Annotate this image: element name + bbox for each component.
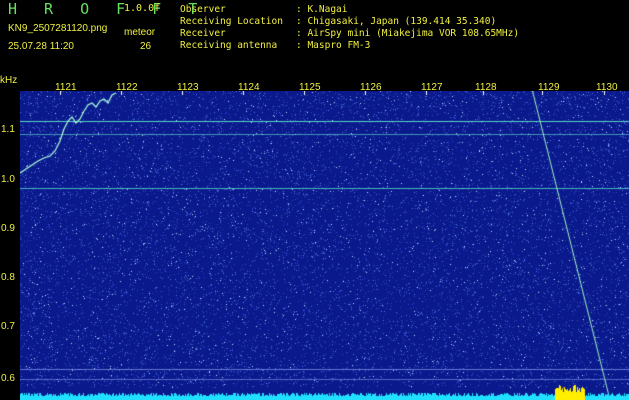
info-label-location: Receiving Location <box>180 16 283 27</box>
y-tick-label: 1.1 <box>1 124 15 135</box>
meteor-label: meteor <box>124 27 156 38</box>
version-label: 1.0.0f <box>124 3 161 14</box>
info-label-observer: Observer <box>180 4 226 15</box>
info-value-location: : Chigasaki, Japan (139.414 35.340) <box>296 16 497 27</box>
y-tick-label: 1.0 <box>1 174 15 185</box>
datetime-label: 25.07.28 11:20 <box>8 41 74 52</box>
info-label-antenna: Receiving antenna <box>180 40 278 51</box>
y-tick-label: 0.8 <box>1 272 15 283</box>
info-label-receiver: Receiver <box>180 28 226 39</box>
info-value-receiver: : AirSpy mini (Miakejima VOR 108.65MHz) <box>296 28 520 39</box>
y-axis-unit: kHz <box>0 75 18 86</box>
filename-label: KN9_2507281120.png <box>8 23 108 34</box>
spectrogram-plot <box>20 91 629 400</box>
app-name: H R O F F T <box>8 0 207 18</box>
info-value-antenna: : Maspro FM-3 <box>296 40 371 51</box>
y-tick-label: 0.7 <box>1 321 15 332</box>
y-tick-label: 0.9 <box>1 223 15 234</box>
y-tick-label: 0.6 <box>1 373 15 384</box>
meteor-count: 26 <box>140 41 152 52</box>
info-value-observer: : K.Nagai <box>296 4 348 15</box>
